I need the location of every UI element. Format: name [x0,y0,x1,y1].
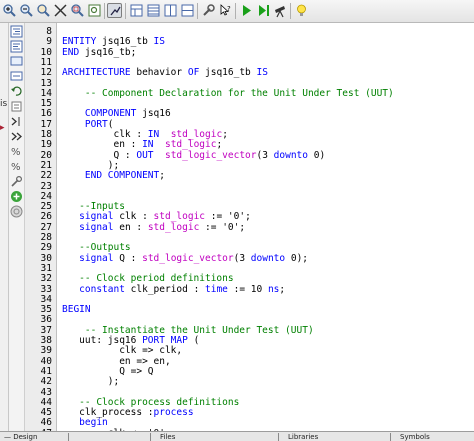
code-token: IS [256,67,268,79]
code-line: END jsq16_tb; [62,47,136,59]
code-token: jsq16_tb [199,67,257,79]
remove-icon[interactable] [10,205,23,218]
lightbulb-icon[interactable] [294,3,309,18]
code-token: en : [113,221,148,233]
help-pointer-icon[interactable]: ? [218,3,233,18]
main-toolbar: ? [0,0,474,23]
left-pane-marker-icon: ▸ [0,123,5,133]
code-token: jsq16 [136,108,171,120]
code-token: := 10 [227,283,268,295]
step-icon[interactable] [256,3,271,18]
layout-a-icon[interactable] [129,3,144,18]
pointer-icon[interactable] [107,3,122,18]
run-icon[interactable] [239,3,254,18]
code-token: 0) [308,149,326,161]
code-token: IS [153,36,165,48]
code-token: jsq16_tb; [79,46,137,58]
zoom-full-icon[interactable] [36,3,51,18]
code-token: behavior [130,67,188,79]
code-token: std_logic_vector [142,252,234,264]
telescope-icon[interactable] [273,3,288,18]
uncomment-icon[interactable] [10,70,23,83]
comment-icon[interactable] [10,55,23,68]
code-line: signal Q : std_logic_vector(3 downto 0); [62,253,308,265]
code-token: OUT [136,149,154,161]
code-token: := '0'; [199,221,246,233]
zoom-in-icon[interactable] [2,3,17,18]
zoom-fit-icon[interactable] [53,3,68,18]
code-line: constant clk_period : time := 10 ns; [62,284,285,296]
layout-d-icon[interactable] [180,3,195,18]
code-line: signal en : std_logic := '0'; [62,222,245,234]
code-token: OF [187,67,200,79]
code-token: downto [273,149,308,161]
code-token: downto [250,252,286,264]
layout-b-icon[interactable] [146,3,161,18]
code-token: signal [79,221,114,233]
editor-side-toolbar: % % [9,23,25,431]
find-icon[interactable] [87,3,102,18]
list-icon[interactable] [10,130,23,143]
fold-icon[interactable]: % [10,145,23,158]
properties-icon[interactable] [201,3,216,18]
code-token: clk_period : [124,283,206,295]
code-line: END COMPONENT; [62,170,165,182]
code-token: ; [222,129,228,140]
unindent-icon[interactable] [10,40,23,53]
code-token: ; [279,283,286,295]
code-editor[interactable]: ENTITY jsq16_tb IS END jsq16_tb; ARCHITECT… [62,23,474,438]
code-token: -- Component Declaration for the Unit Un… [62,87,394,99]
code-token: ); [62,376,120,388]
code-token: std_logic [147,221,200,233]
code-token: process [153,407,194,419]
redo-icon[interactable] [10,100,23,113]
svg-text:?: ? [227,5,231,13]
code-token: std_logic_vector [164,149,257,161]
svg-text:%: % [11,162,21,173]
code-token: ns [267,283,280,295]
left-pane-edge: is ▸ [0,23,9,431]
code-token: ARCHITECTURE [62,67,131,79]
svg-text:%: % [11,147,21,158]
undo-icon[interactable] [10,85,23,98]
code-line: -- Component Declaration for the Unit Un… [62,88,394,100]
unfold-icon[interactable]: % [10,160,23,173]
code-token: (3 [256,149,274,161]
code-token: 0); [285,252,309,264]
tab-icon[interactable] [10,115,23,128]
zoom-area-icon[interactable] [70,3,85,18]
code-token: END COMPONENT [84,170,160,182]
code-line: BEGIN [62,304,91,316]
add-icon[interactable] [10,190,23,203]
line-number-gutter: 8 9 10 11 12 13 14 15 16 17 18 19 20 21 22 23 24 25 26 27 28… [25,23,57,439]
code-token: time [205,283,228,295]
layout-c-icon[interactable] [163,3,178,18]
settings-icon[interactable] [10,175,23,188]
code-token: constant [79,283,125,295]
code-token: ( [187,335,200,346]
indent-icon[interactable] [10,25,23,38]
code-token: (3 [233,252,251,264]
code-line: ); [62,376,119,388]
code-token: BEGIN [62,304,91,316]
left-pane-text: is [0,99,8,109]
zoom-out-icon[interactable] [19,3,34,18]
code-token: END [62,46,80,58]
code-token: ; [159,170,165,182]
code-line: ARCHITECTURE behavior OF jsq16_tb IS [62,67,268,79]
code-token: Q : [113,252,143,264]
code-token: signal [79,252,114,264]
